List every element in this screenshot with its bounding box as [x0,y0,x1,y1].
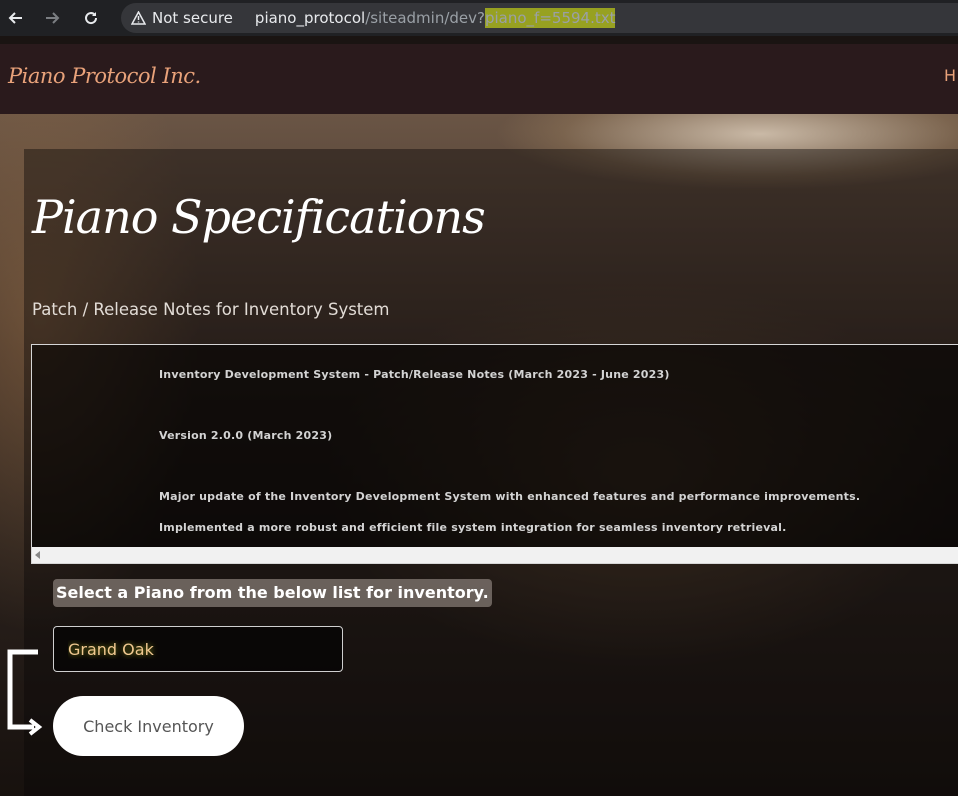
browser-toolbar: Not secure piano_protocol/siteadmin/dev?… [0,0,958,36]
url-path: /siteadmin/dev? [365,9,485,27]
url-host: piano_protocol [254,9,366,27]
not-secure-label: Not secure [152,9,233,27]
security-warning[interactable]: Not secure [131,9,233,27]
url-text[interactable]: piano_protocol/siteadmin/dev?piano_f=559… [254,8,616,28]
release-notes-box[interactable]: Inventory Development System - Patch/Rel… [31,344,958,564]
piano-input[interactable] [53,626,343,672]
page-subtitle: Patch / Release Notes for Inventory Syst… [32,300,390,319]
reload-icon[interactable] [75,0,107,36]
notes-line: Major update of the Inventory Developmen… [159,490,861,503]
forward-icon[interactable] [36,0,68,36]
back-icon[interactable] [0,0,32,36]
notes-line: Implemented a more robust and efficient … [159,521,787,534]
site-logo[interactable]: Piano Protocol Inc. [8,64,201,88]
scroll-left-icon[interactable] [35,551,40,559]
address-bar[interactable]: Not secure piano_protocol/siteadmin/dev?… [121,3,958,33]
nav-home-link[interactable]: H [944,66,956,85]
check-inventory-label: Check Inventory [83,716,214,736]
check-inventory-button[interactable]: Check Inventory [53,696,244,756]
site-header: Piano Protocol Inc. H [0,44,958,114]
notes-line: Version 2.0.0 (March 2023) [159,429,333,442]
bracket-arrow-icon [7,649,43,736]
horizontal-scrollbar[interactable] [32,547,958,563]
page-title: Piano Specifications [32,190,486,244]
piano-select-label: Select a Piano from the below list for i… [53,579,492,607]
warning-icon [131,11,146,25]
url-query-highlight: piano_f=5594.txt [484,8,616,28]
notes-line: Inventory Development System - Patch/Rel… [159,368,670,381]
